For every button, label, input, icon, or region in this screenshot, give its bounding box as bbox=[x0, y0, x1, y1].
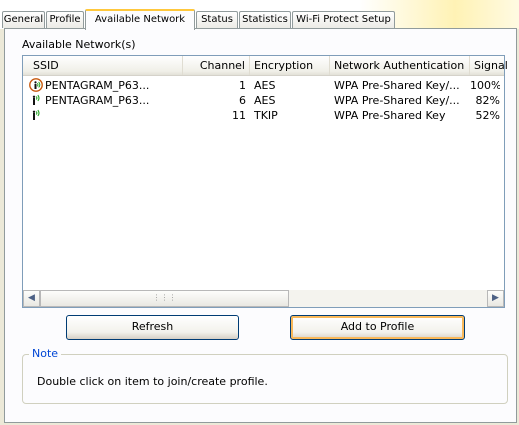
scroll-right-icon[interactable]: ▶ bbox=[487, 290, 504, 307]
cell-ssid: PENTAGRAM_P63... bbox=[45, 94, 150, 107]
tab-general[interactable]: General bbox=[2, 11, 45, 28]
cell-encryption: AES bbox=[254, 94, 276, 107]
note-title: Note bbox=[29, 347, 62, 360]
wifi-signal-icon bbox=[32, 109, 40, 120]
scroll-left-icon[interactable]: ◀ bbox=[23, 290, 40, 307]
network-list[interactable]: SSID Channel Encryption Network Authenti… bbox=[22, 55, 508, 308]
tab-bar: General Profile Available Network Status… bbox=[0, 0, 519, 30]
col-channel-header[interactable]: Channel bbox=[183, 56, 250, 75]
cell-channel: 6 bbox=[239, 94, 246, 107]
note-text: Double click on item to join/create prof… bbox=[37, 375, 268, 388]
tab-profile[interactable]: Profile bbox=[46, 11, 84, 28]
available-networks-label: Available Network(s) bbox=[22, 38, 136, 51]
col-ssid-header[interactable]: SSID bbox=[23, 56, 183, 75]
cell-channel: 11 bbox=[232, 109, 246, 122]
cell-auth: WPA Pre-Shared Key/... bbox=[334, 79, 460, 92]
tab-status[interactable]: Status bbox=[196, 11, 238, 28]
scroll-thumb[interactable]: ⋮⋮⋮ bbox=[40, 290, 289, 307]
col-encryption-header[interactable]: Encryption bbox=[250, 56, 330, 75]
tab-wifi-protect-setup[interactable]: Wi-Fi Protect Setup bbox=[292, 11, 395, 28]
table-row[interactable]: 11 TKIP WPA Pre-Shared Key 52% bbox=[23, 108, 504, 123]
tab-available-network[interactable]: Available Network bbox=[85, 9, 195, 30]
wifi-signal-icon bbox=[32, 94, 40, 105]
cell-signal: 100% bbox=[470, 79, 500, 92]
wifi-connected-icon bbox=[29, 78, 43, 92]
tab-statistics[interactable]: Statistics bbox=[239, 11, 291, 28]
horizontal-scrollbar[interactable]: ◀ ⋮⋮⋮ ▶ bbox=[23, 290, 504, 307]
cell-signal: 52% bbox=[475, 109, 500, 122]
cell-encryption: TKIP bbox=[254, 109, 278, 122]
cell-encryption: AES bbox=[254, 79, 276, 92]
cell-auth: WPA Pre-Shared Key/... bbox=[334, 94, 460, 107]
table-row[interactable]: PENTAGRAM_P63... 6 AES WPA Pre-Shared Ke… bbox=[23, 93, 504, 108]
cell-signal: 82% bbox=[475, 94, 500, 107]
cell-auth: WPA Pre-Shared Key bbox=[334, 109, 446, 122]
table-row[interactable]: PENTAGRAM_P63... 1 AES WPA Pre-Shared Ke… bbox=[23, 78, 504, 93]
col-auth-header[interactable]: Network Authentication bbox=[330, 56, 470, 75]
refresh-button[interactable]: Refresh bbox=[66, 315, 239, 340]
add-to-profile-button[interactable]: Add to Profile bbox=[290, 315, 465, 340]
cell-ssid: PENTAGRAM_P63... bbox=[45, 79, 150, 92]
col-signal-header[interactable]: Signal bbox=[470, 56, 508, 75]
cell-channel: 1 bbox=[239, 79, 246, 92]
cell-ssid bbox=[45, 108, 179, 123]
list-header: SSID Channel Encryption Network Authenti… bbox=[23, 56, 508, 76]
